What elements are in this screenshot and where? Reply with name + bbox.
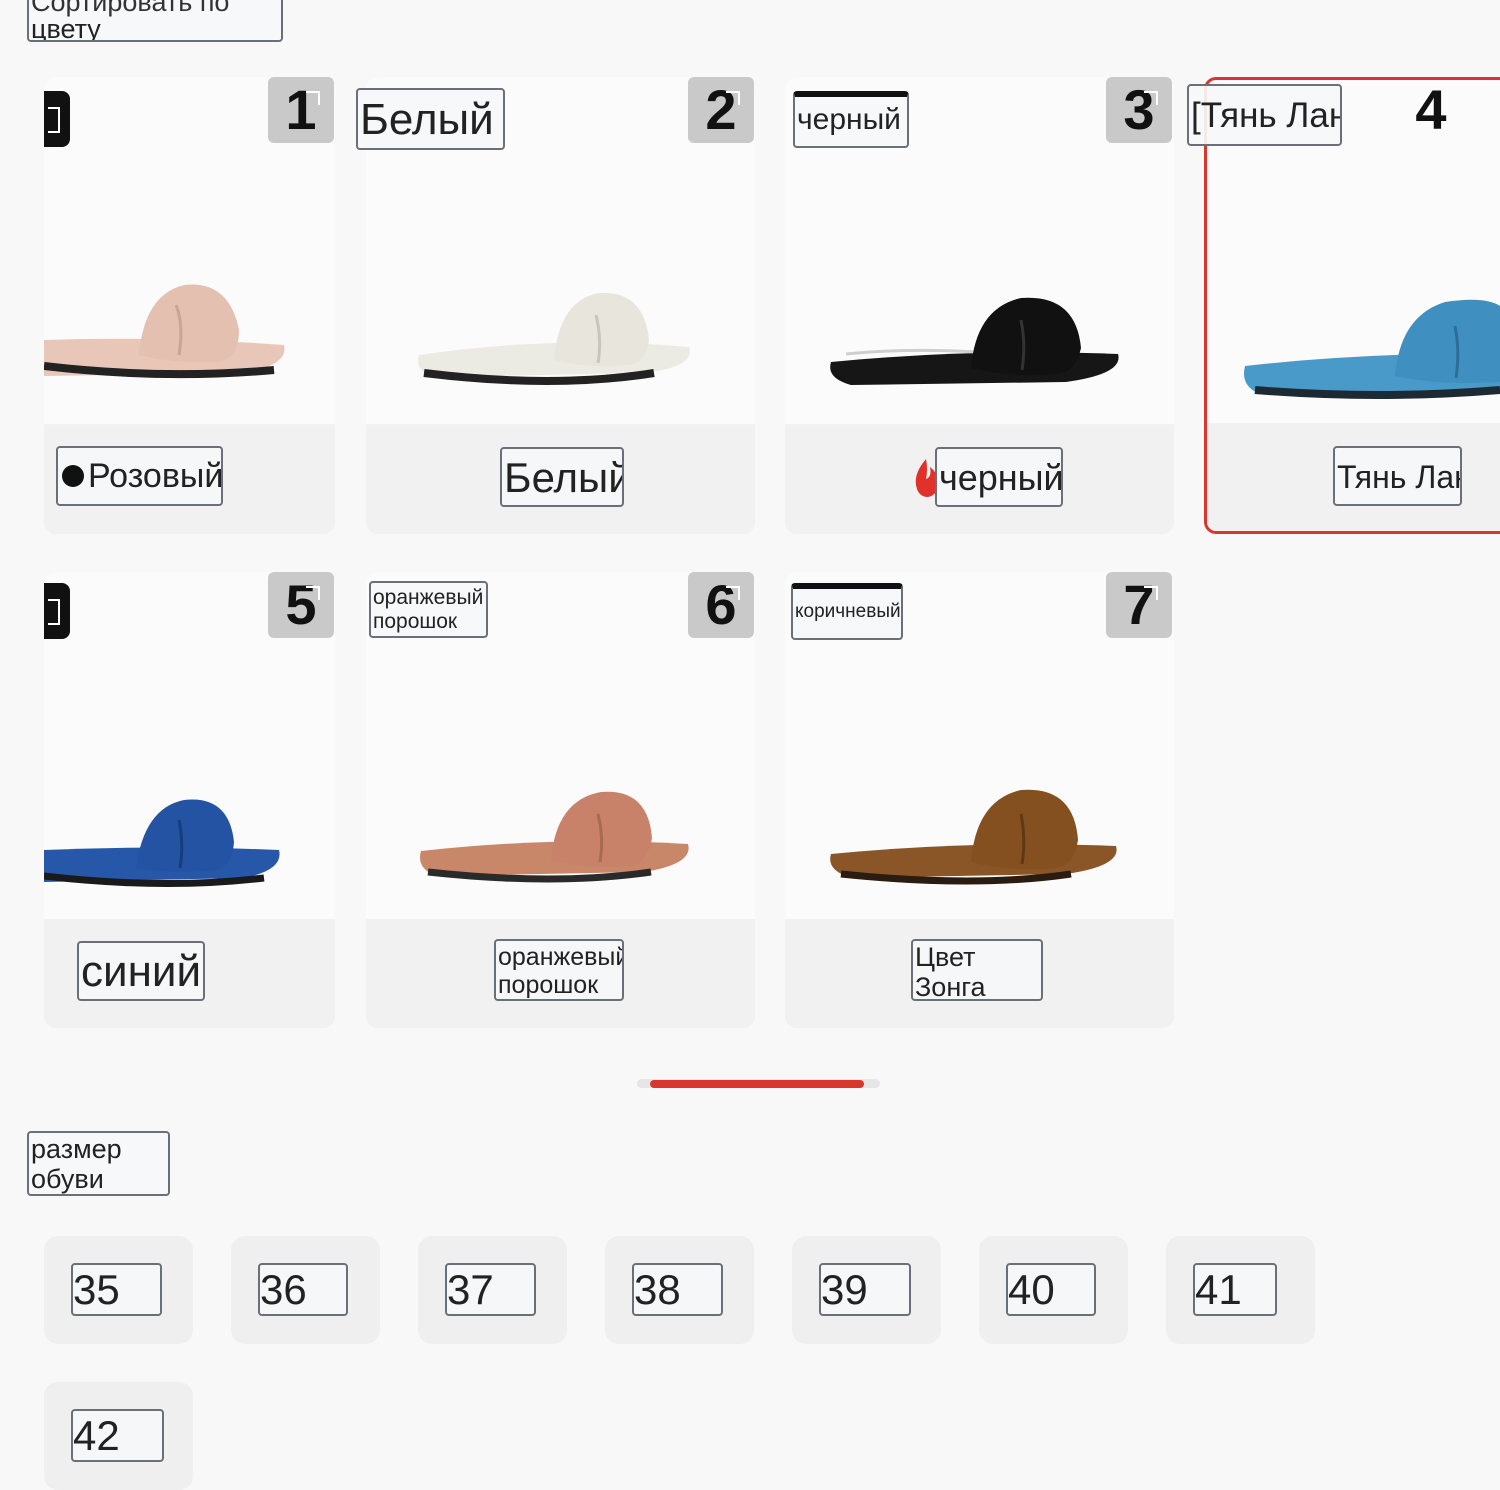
color-top-label-orange-powder: оранжевый порошок [369,581,488,638]
slipper-image-white [418,292,690,385]
size-option-36[interactable]: 36 [231,1236,380,1344]
size-label: 39 [819,1263,911,1316]
size-option-39[interactable]: 39 [792,1236,941,1344]
color-number-7: 7 [1106,572,1172,638]
slipper-image-zong [830,789,1117,885]
color-caption-black: черный [935,447,1063,507]
color-number-5: 5 [268,572,334,638]
size-label: 41 [1193,1263,1277,1316]
size-label: 42 [71,1409,164,1462]
edge-badge-icon [44,583,70,639]
slipper-image-blue [44,799,280,888]
size-label: 40 [1006,1263,1096,1316]
slipper-image-pink [44,284,285,379]
color-top-label-white: Белый [356,88,505,150]
slipper-image-orange-powder [420,791,689,883]
color-caption-blue: синий [77,941,205,1001]
dot-icon [62,465,84,488]
size-option-38[interactable]: 38 [605,1236,754,1344]
color-caption-white: Белый [500,447,624,507]
color-caption-tian-lan: Тянь Лан [1333,446,1462,506]
size-option-41[interactable]: 41 [1166,1236,1315,1344]
color-number-3: 3 [1106,77,1172,143]
size-option-35[interactable]: 35 [44,1236,193,1344]
size-option-40[interactable]: 40 [979,1236,1128,1344]
slipper-image-tian-lan [1244,299,1500,399]
color-number-4: 4 [1415,78,1447,141]
size-option-37[interactable]: 37 [418,1236,567,1344]
color-caption-pink: Розовый [56,446,223,506]
size-label: 38 [632,1263,723,1316]
size-label: 36 [258,1263,348,1316]
color-top-label-tian-lan: [Тянь Лан [1187,84,1342,146]
color-number-6: 6 [688,572,754,638]
color-top-label-zong: коричневый [791,583,903,640]
color-scroll-thumb[interactable] [650,1080,864,1088]
color-number-1: 1 [268,77,334,143]
edge-badge-icon [44,91,70,147]
color-top-label-black: черный [793,91,909,148]
sort-by-color-label: Сортировать по цвету [27,0,283,42]
size-label: 35 [71,1263,162,1316]
color-caption-zong: Цвет Зонга [911,939,1043,1001]
shoe-size-title: размер обуви [27,1131,170,1196]
size-option-42[interactable]: 42 [44,1382,193,1490]
size-label: 37 [445,1263,536,1316]
slipper-image-black [830,297,1119,385]
color-caption-orange-powder: оранжевый порошок [494,939,624,1001]
color-number-2: 2 [688,77,754,143]
